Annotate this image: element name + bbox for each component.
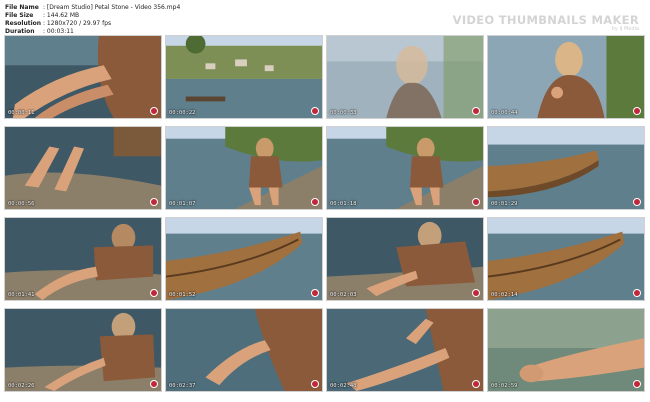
thumbnail-frame[interactable]: 00:00:44 bbox=[487, 35, 645, 119]
thumbnail-image bbox=[488, 218, 644, 300]
thumbnail-frame[interactable]: 00:01:41 bbox=[4, 217, 162, 301]
thumbnail-image bbox=[327, 218, 483, 300]
thumbnail-timestamp: 00:02:59 bbox=[491, 383, 518, 389]
watermark-icon bbox=[150, 380, 158, 388]
thumbnail-timestamp: 00:01:52 bbox=[169, 292, 196, 298]
watermark-icon bbox=[472, 198, 480, 206]
watermark-icon bbox=[311, 107, 319, 115]
thumbnail-frame[interactable]: 00:01:52 bbox=[165, 217, 323, 301]
thumbnail-image bbox=[166, 127, 322, 209]
thumbnail-image bbox=[166, 218, 322, 300]
watermark-icon bbox=[633, 107, 641, 115]
watermark-icon bbox=[472, 107, 480, 115]
thumbnail-image bbox=[488, 309, 644, 391]
watermark-icon bbox=[472, 380, 480, 388]
watermark-icon bbox=[150, 289, 158, 297]
watermark-icon bbox=[150, 107, 158, 115]
thumbnail-timestamp: 00:02:48 bbox=[330, 383, 357, 389]
thumbnail-image bbox=[5, 127, 161, 209]
thumbnail-timestamp: 00:02:37 bbox=[169, 383, 196, 389]
thumbnail-timestamp: 00:02:26 bbox=[8, 383, 35, 389]
thumbnail-frame[interactable]: 00:00:33 bbox=[326, 35, 484, 119]
thumbnail-image bbox=[166, 309, 322, 391]
thumbnail-timestamp: 00:00:56 bbox=[8, 201, 35, 207]
thumbnail-frame[interactable]: 00:02:26 bbox=[4, 308, 162, 392]
watermark-icon bbox=[150, 198, 158, 206]
watermark-icon bbox=[311, 380, 319, 388]
thumbnail-grid: 00:00:11 00:00:22 00:00:33 00:00:44 00:0… bbox=[0, 0, 650, 402]
thumbnail-image bbox=[5, 218, 161, 300]
thumbnail-frame[interactable]: 00:02:14 bbox=[487, 217, 645, 301]
thumbnail-image bbox=[327, 309, 483, 391]
watermark-icon bbox=[633, 198, 641, 206]
thumbnail-timestamp: 00:00:11 bbox=[8, 110, 35, 116]
watermark-icon bbox=[311, 198, 319, 206]
thumbnail-frame[interactable]: 00:01:29 bbox=[487, 126, 645, 210]
thumbnail-timestamp: 00:01:07 bbox=[169, 201, 196, 207]
watermark-icon bbox=[472, 289, 480, 297]
thumbnail-timestamp: 00:02:03 bbox=[330, 292, 357, 298]
thumbnail-frame[interactable]: 00:00:22 bbox=[165, 35, 323, 119]
thumbnail-image bbox=[327, 36, 483, 118]
thumbnail-image bbox=[5, 309, 161, 391]
thumbnail-frame[interactable]: 00:01:18 bbox=[326, 126, 484, 210]
thumbnail-timestamp: 00:00:22 bbox=[169, 110, 196, 116]
thumbnail-timestamp: 00:00:33 bbox=[330, 110, 357, 116]
watermark-icon bbox=[633, 380, 641, 388]
thumbnail-timestamp: 00:01:41 bbox=[8, 292, 35, 298]
thumbnail-frame[interactable]: 00:00:11 bbox=[4, 35, 162, 119]
watermark-icon bbox=[311, 289, 319, 297]
thumbnail-frame[interactable]: 00:02:48 bbox=[326, 308, 484, 392]
thumbnail-frame[interactable]: 00:02:03 bbox=[326, 217, 484, 301]
thumbnail-timestamp: 00:01:29 bbox=[491, 201, 518, 207]
thumbnail-frame[interactable]: 00:01:07 bbox=[165, 126, 323, 210]
thumbnail-timestamp: 00:00:44 bbox=[491, 110, 518, 116]
thumbnail-timestamp: 00:02:14 bbox=[491, 292, 518, 298]
thumbnail-frame[interactable]: 00:02:37 bbox=[165, 308, 323, 392]
thumbnail-image bbox=[488, 127, 644, 209]
watermark-icon bbox=[633, 289, 641, 297]
thumbnail-image bbox=[5, 36, 161, 118]
thumbnail-frame[interactable]: 00:00:56 bbox=[4, 126, 162, 210]
thumbnail-image bbox=[488, 36, 644, 118]
thumbnail-frame[interactable]: 00:02:59 bbox=[487, 308, 645, 392]
thumbnail-timestamp: 00:01:18 bbox=[330, 201, 357, 207]
thumbnail-image bbox=[166, 36, 322, 118]
thumbnail-image bbox=[327, 127, 483, 209]
